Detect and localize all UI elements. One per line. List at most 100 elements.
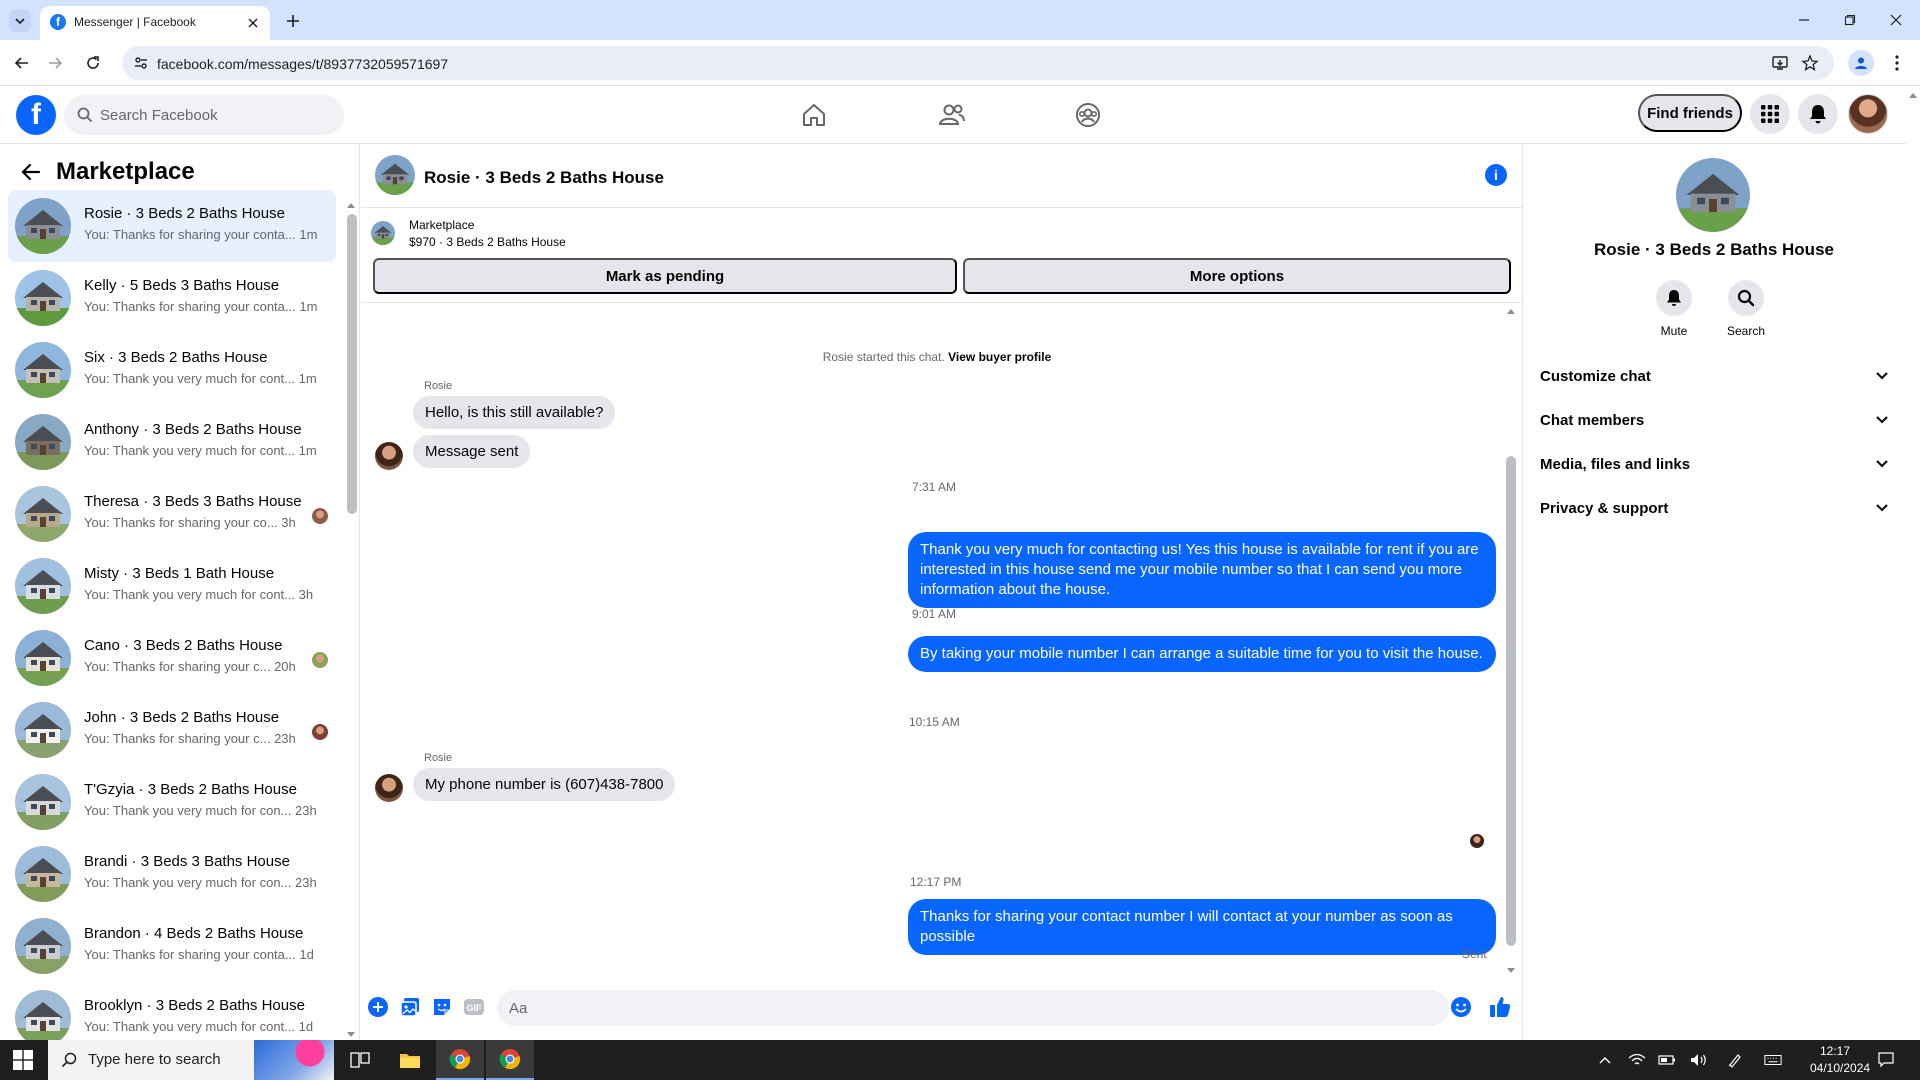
install-app-icon[interactable] <box>1770 53 1790 73</box>
page-scrollbar[interactable] <box>1906 86 1920 1040</box>
scrollbar-thumb[interactable] <box>1506 456 1516 946</box>
chat-title[interactable]: Rosie · 3 Beds 2 Baths House <box>424 168 664 188</box>
conversation-item[interactable]: Kelly · 5 Beds 3 Baths House You: Thanks … <box>8 262 336 334</box>
taskbar-search[interactable]: Type here to search <box>48 1040 334 1080</box>
conversation-item[interactable]: Anthony · 3 Beds 2 Baths House You: Thank… <box>8 406 336 478</box>
pen-input-icon[interactable] <box>1726 1051 1744 1069</box>
close-tab-icon[interactable] <box>244 14 262 32</box>
sticker-icon[interactable] <box>431 996 453 1018</box>
chat-scrollbar[interactable] <box>1504 304 1518 976</box>
conversation-item[interactable]: Misty · 3 Beds 1 Bath House You: Thank yo… <box>8 550 336 622</box>
clock-date[interactable]: 04/10/2024 <box>1810 1061 1870 1075</box>
browser-tab[interactable]: f Messenger | Facebook <box>40 6 270 40</box>
conversation-item[interactable]: Six · 3 Beds 2 Baths House You: Thank you… <box>8 334 336 406</box>
bell-icon[interactable] <box>1656 280 1692 316</box>
menu-grid-icon[interactable] <box>1750 94 1790 134</box>
emoji-icon[interactable] <box>1450 996 1472 1018</box>
message-thread: Rosie started this chat. View buyer prof… <box>361 304 1523 980</box>
sender-avatar[interactable] <box>375 774 403 802</box>
conversation-name: Kelly · 5 Beds 3 Baths House <box>84 277 280 294</box>
site-settings-icon[interactable] <box>132 54 150 72</box>
mark-as-pending-button[interactable]: Mark as pending <box>373 258 957 294</box>
facebook-search-input[interactable] <box>100 95 336 135</box>
listing-photo[interactable] <box>1676 158 1750 232</box>
back-arrow-icon[interactable] <box>18 159 44 185</box>
conversation-item[interactable]: Brandi · 3 Beds 3 Baths House You: Thank … <box>8 838 336 910</box>
address-bar[interactable]: facebook.com/messages/t/8937732059571697 <box>122 46 1834 80</box>
new-tab-plus-icon[interactable] <box>282 10 304 32</box>
file-explorer-icon[interactable] <box>386 1040 434 1080</box>
minimize-icon[interactable] <box>1792 8 1816 32</box>
browser-profile-icon[interactable] <box>1848 50 1874 76</box>
info-icon[interactable]: i <box>1485 164 1507 186</box>
task-view-icon[interactable] <box>336 1040 384 1080</box>
bookmark-star-icon[interactable] <box>1800 53 1820 73</box>
scrollbar-thumb[interactable] <box>347 214 357 514</box>
customize-chat-row[interactable]: Customize chat <box>1532 356 1896 396</box>
conversation-item[interactable]: Cano · 3 Beds 2 Baths House You: Thanks f… <box>8 622 336 694</box>
chat-listing-thumbnail[interactable] <box>375 155 415 195</box>
sidebar-title: Marketplace <box>56 158 195 185</box>
friends-icon[interactable] <box>896 95 1008 135</box>
timestamp: 9:01 AM <box>912 607 957 621</box>
chrome-profile-icon[interactable] <box>486 1040 534 1080</box>
view-buyer-profile-link[interactable]: View buyer profile <box>948 350 1051 364</box>
conversation-item[interactable]: Rosie · 3 Beds 2 Baths House You: Thanks … <box>8 190 336 262</box>
conversation-item[interactable]: T'Gzyia · 3 Beds 2 Baths House You: Thank… <box>8 766 336 838</box>
listing-summary[interactable]: Marketplace $970 · 3 Beds 2 Baths House <box>371 216 1511 252</box>
notifications-bell-icon[interactable] <box>1798 94 1838 134</box>
reload-icon[interactable] <box>82 52 104 74</box>
conversation-item[interactable]: Theresa · 3 Beds 3 Baths House You: Thank… <box>8 478 336 550</box>
outgoing-message[interactable]: By taking your mobile number I can arran… <box>908 636 1496 672</box>
conversation-preview: You: Thank you very much for cont... 1d <box>84 1019 313 1034</box>
home-icon[interactable] <box>758 95 870 135</box>
conversation-item[interactable]: Brandon · 4 Beds 2 Baths House You: Thank… <box>8 910 336 982</box>
back-arrow-icon[interactable] <box>11 52 33 74</box>
outgoing-message[interactable]: Thanks for sharing your contact number I… <box>908 899 1496 955</box>
keyboard-icon[interactable] <box>1764 1051 1782 1069</box>
restore-icon[interactable] <box>1838 8 1862 32</box>
find-friends-button[interactable]: Find friends <box>1638 94 1742 132</box>
chat-members-row[interactable]: Chat members <box>1532 400 1896 440</box>
attach-photo-icon[interactable] <box>399 996 421 1018</box>
notification-center-icon[interactable] <box>1876 1050 1896 1070</box>
conversation-thumbnail <box>15 918 71 974</box>
account-avatar[interactable] <box>1848 94 1888 134</box>
groups-icon[interactable] <box>1032 95 1144 135</box>
incoming-message[interactable]: My phone number is (607)438-7800 <box>413 768 676 801</box>
mute-action[interactable]: Mute <box>1644 280 1704 338</box>
section-label: Media, files and links <box>1540 456 1691 473</box>
marketplace-chat-list: Marketplace Rosie · 3 Beds 2 Baths House… <box>0 144 360 1040</box>
more-options-button[interactable]: More options <box>963 258 1511 294</box>
search-icon[interactable] <box>1728 280 1764 316</box>
close-window-icon[interactable] <box>1884 8 1908 32</box>
clock-time[interactable]: 12:17 <box>1820 1044 1850 1058</box>
gif-icon[interactable]: GIF <box>463 996 485 1018</box>
windows-start-icon[interactable] <box>12 1049 34 1071</box>
show-hidden-icons-chevron-icon[interactable] <box>1596 1051 1614 1069</box>
forward-arrow-icon[interactable] <box>44 52 66 74</box>
conversation-item[interactable]: Brooklyn · 3 Beds 2 Baths House You: Than… <box>8 982 336 1040</box>
browser-menu-kebab-icon[interactable] <box>1886 52 1908 74</box>
timestamp: 7:31 AM <box>912 480 957 494</box>
sidebar-scrollbar[interactable] <box>344 196 358 1040</box>
volume-icon[interactable] <box>1690 1051 1708 1069</box>
plus-circle-icon[interactable] <box>367 996 389 1018</box>
search-action[interactable]: Search <box>1716 280 1776 338</box>
facebook-search[interactable] <box>64 95 344 135</box>
incoming-message[interactable]: Message sent <box>413 435 531 468</box>
conversation-time: 1m <box>299 299 318 314</box>
facebook-logo-icon[interactable]: f <box>16 95 56 135</box>
outgoing-message[interactable]: Thank you very much for contacting us! Y… <box>908 532 1496 608</box>
tab-search-chevron-icon[interactable] <box>9 10 31 32</box>
thumbs-up-like-icon[interactable] <box>1488 995 1512 1019</box>
battery-icon[interactable] <box>1658 1051 1676 1069</box>
message-input[interactable] <box>497 990 1449 1026</box>
chrome-icon[interactable] <box>436 1040 484 1080</box>
media-files-links-row[interactable]: Media, files and links <box>1532 444 1896 484</box>
network-wifi-icon[interactable] <box>1628 1051 1646 1069</box>
privacy-support-row[interactable]: Privacy & support <box>1532 488 1896 528</box>
incoming-message[interactable]: Hello, is this still available? <box>413 396 616 429</box>
sender-avatar[interactable] <box>375 442 403 470</box>
conversation-item[interactable]: John · 3 Beds 2 Baths House You: Thanks f… <box>8 694 336 766</box>
